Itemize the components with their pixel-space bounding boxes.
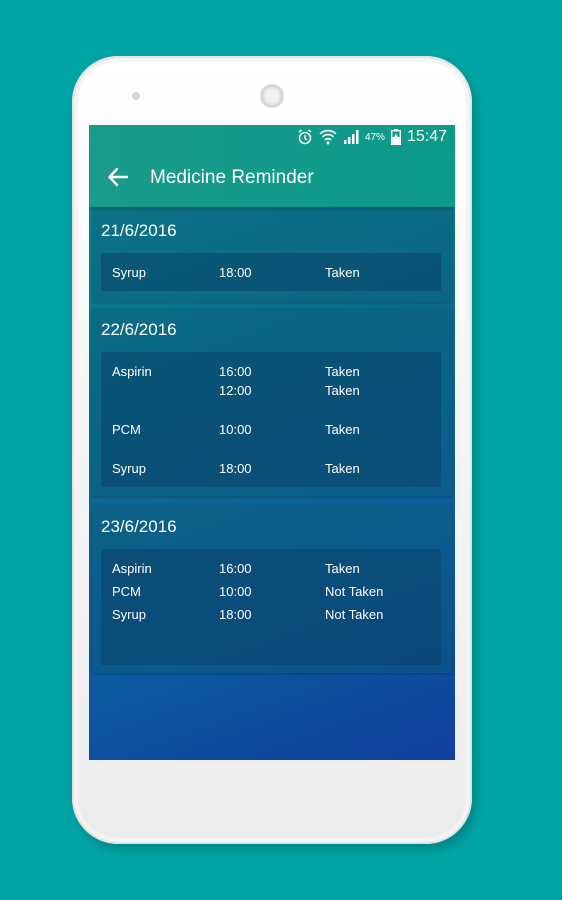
dose-time: 18:00: [219, 607, 252, 622]
phone-sensor: [132, 92, 140, 100]
day-date: 23/6/2016: [101, 517, 177, 536]
page-title: Medicine Reminder: [150, 167, 314, 188]
medicine-list: Aspirin 16:00 Taken PCM 10:00 Not Taken …: [101, 549, 441, 665]
dose-status: Taken: [325, 422, 360, 437]
phone-earpiece: [260, 84, 284, 108]
medicine-name: PCM: [112, 584, 141, 599]
medicine-name: Syrup: [112, 461, 146, 476]
medicine-name: PCM: [112, 422, 141, 437]
app-screen: 47% 15:47 Medicine Reminder 21/6/2016 Sy…: [89, 125, 455, 760]
dose-time: 12:00: [219, 383, 252, 398]
dose-status: Taken: [325, 364, 360, 379]
wifi-icon: [319, 129, 337, 145]
signal-icon: [343, 129, 359, 145]
day-date: 22/6/2016: [101, 320, 177, 339]
app-bar: 47% 15:47 Medicine Reminder: [89, 125, 455, 207]
dose-status: Not Taken: [325, 584, 384, 599]
day-card: 22/6/2016 Aspirin 16:00 Taken 12:00 Take…: [92, 308, 452, 496]
day-card: 23/6/2016 Aspirin 16:00 Taken PCM 10:00 …: [92, 505, 452, 673]
day-date: 21/6/2016: [101, 221, 177, 240]
dose-time: 10:00: [219, 422, 252, 437]
battery-percent: 47%: [364, 131, 385, 143]
status-bar: 47% 15:47: [297, 125, 455, 149]
medicine-name: Syrup: [112, 607, 146, 622]
medicine-name: Aspirin: [112, 364, 152, 379]
day-card: 21/6/2016 Syrup 18:00 Taken: [92, 209, 452, 302]
alarm-icon: [297, 129, 313, 145]
dose-time: 18:00: [219, 461, 252, 476]
medicine-list: Aspirin 16:00 Taken 12:00 Taken PCM 10:0…: [101, 352, 441, 487]
dose-status: Taken: [325, 461, 360, 476]
dose-status: Taken: [325, 265, 360, 280]
dose-status: Not Taken: [325, 607, 384, 622]
medicine-list: Syrup 18:00 Taken: [101, 253, 441, 291]
back-arrow-icon[interactable]: [107, 167, 129, 187]
dose-time: 10:00: [219, 584, 252, 599]
battery-charging-icon: [390, 129, 401, 145]
dose-status: Taken: [325, 561, 360, 576]
dose-time: 16:00: [219, 364, 252, 379]
dose-time: 18:00: [219, 265, 252, 280]
status-clock: 15:47: [406, 128, 447, 145]
medicine-name: Syrup: [112, 265, 146, 280]
list-item[interactable]: Aspirin 16:00 Taken 12:00 Taken: [101, 364, 441, 402]
dose-time: 16:00: [219, 561, 252, 576]
medicine-name: Aspirin: [112, 561, 152, 576]
dose-status: Taken: [325, 383, 360, 398]
